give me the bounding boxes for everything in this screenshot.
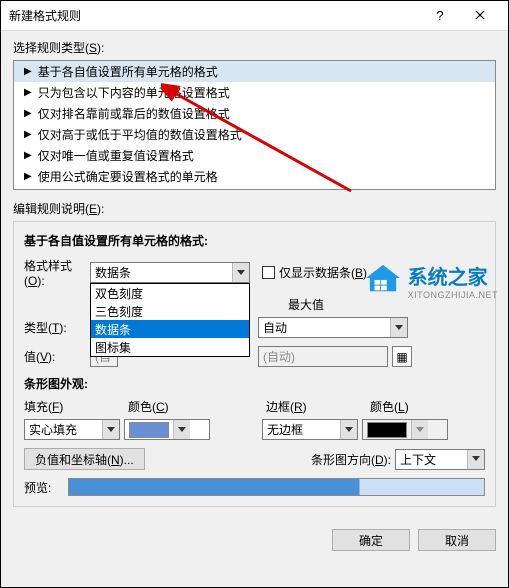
- color-swatch: [129, 422, 169, 438]
- value-picker-button[interactable]: ▦: [392, 346, 412, 367]
- border-color-select[interactable]: [362, 419, 448, 440]
- chevron-down-icon: [467, 450, 484, 469]
- dialog-title: 新建格式规则: [9, 7, 420, 24]
- bar-direction-label: 条形图方向(D):: [311, 451, 391, 468]
- preview-label: 预览:: [24, 479, 64, 496]
- watermark: 系统之家 XITONGZHIJIA.NET: [364, 261, 498, 300]
- watermark-text: 系统之家: [408, 261, 498, 290]
- value-label: 值(V):: [24, 348, 86, 365]
- chevron-down-icon: [390, 318, 407, 337]
- bar-direction-select[interactable]: 上下文: [395, 449, 485, 470]
- fill-label: 填充(F): [24, 398, 124, 415]
- edit-rule-desc-label: 编辑规则说明(E):: [13, 200, 496, 217]
- format-style-label: 格式样式(O):: [24, 257, 86, 288]
- rule-type-item[interactable]: ▶使用公式确定要设置格式的单元格: [14, 166, 495, 187]
- type-label: 类型(T):: [24, 319, 86, 336]
- subpanel-title: 基于各自值设置所有单元格的格式:: [24, 232, 485, 249]
- close-button[interactable]: [460, 2, 500, 30]
- format-style-dropdown: 双色刻度 三色刻度 数据条 图标集: [90, 283, 250, 357]
- bar-appearance-label: 条形图外观:: [24, 375, 485, 392]
- close-icon: [475, 8, 485, 23]
- chevron-down-icon: [232, 263, 249, 282]
- show-bar-only-checkbox[interactable]: 仅显示数据条(B): [262, 264, 367, 281]
- color-swatch: [367, 422, 407, 438]
- preview-bar: [68, 478, 485, 496]
- fill-color-select[interactable]: [124, 419, 210, 440]
- rule-type-item[interactable]: ▶基于各自值设置所有单元格的格式: [14, 61, 495, 82]
- fill-color-label: 颜色(C): [128, 398, 218, 415]
- chevron-down-icon: [102, 420, 119, 439]
- border-label: 边框(R): [266, 398, 366, 415]
- watermark-sub: XITONGZHIJIA.NET: [408, 290, 498, 300]
- fill-select[interactable]: 实心填充: [24, 419, 120, 440]
- help-button[interactable]: ?: [420, 2, 460, 30]
- cancel-button[interactable]: 取消: [418, 529, 496, 551]
- dialog: 新建格式规则 ? 系统之家 XITONGZHIJIA.NET 选择规则类型(S)…: [0, 0, 509, 588]
- negative-axis-button[interactable]: 负值和坐标轴(N)...: [24, 448, 145, 470]
- range-picker-icon: ▦: [396, 350, 407, 364]
- help-icon: ?: [436, 8, 443, 23]
- max-header: 最大值: [288, 296, 324, 313]
- rule-type-item[interactable]: ▶仅对唯一值或重复值设置格式: [14, 145, 495, 166]
- checkbox-icon: [262, 266, 275, 279]
- title-bar: 新建格式规则 ?: [1, 1, 508, 31]
- border-color-label: 颜色(L): [370, 398, 460, 415]
- dialog-footer: 确定 取消: [1, 519, 508, 561]
- rule-type-item[interactable]: ▶仅对排名靠前或靠后的数值设置格式: [14, 103, 495, 124]
- rule-type-item[interactable]: ▶只为包含以下内容的单元格设置格式: [14, 82, 495, 103]
- value-max-input[interactable]: (自动): [258, 346, 388, 367]
- chevron-down-icon: [173, 420, 190, 439]
- dropdown-item[interactable]: 图标集: [91, 338, 249, 356]
- chevron-down-icon: [340, 420, 357, 439]
- rule-type-list[interactable]: ▶基于各自值设置所有单元格的格式 ▶只为包含以下内容的单元格设置格式 ▶仅对排名…: [13, 60, 496, 190]
- house-icon: [364, 263, 402, 298]
- type-max-select[interactable]: 自动: [258, 317, 408, 338]
- dropdown-item[interactable]: 双色刻度: [91, 284, 249, 302]
- dropdown-item[interactable]: 三色刻度: [91, 302, 249, 320]
- dropdown-item[interactable]: 数据条: [91, 320, 249, 338]
- select-rule-type-label: 选择规则类型(S):: [13, 39, 496, 56]
- chevron-down-icon: [411, 420, 428, 439]
- ok-button[interactable]: 确定: [332, 529, 410, 551]
- format-style-select[interactable]: 数据条 双色刻度 三色刻度 数据条 图标集: [90, 262, 250, 283]
- rule-type-item[interactable]: ▶仅对高于或低于平均值的数值设置格式: [14, 124, 495, 145]
- border-select[interactable]: 无边框: [262, 419, 358, 440]
